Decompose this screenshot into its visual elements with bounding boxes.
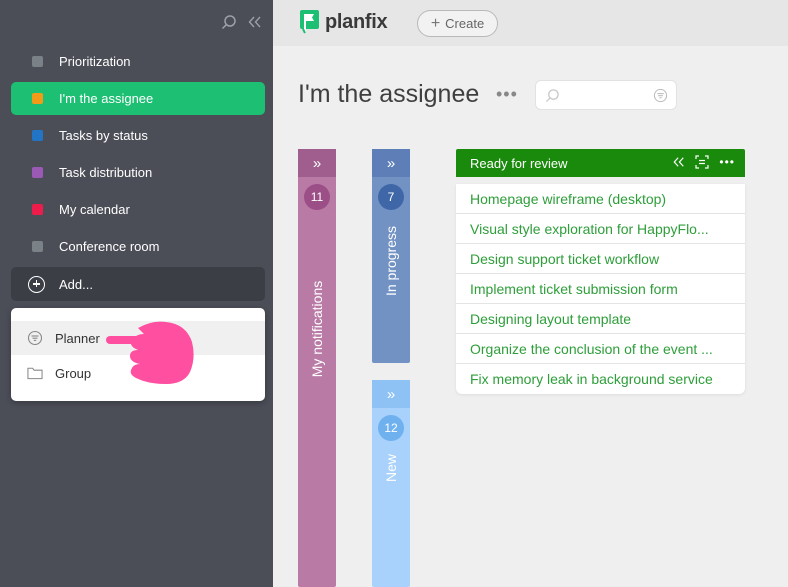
sidebar-item-prioritization[interactable]: Prioritization [11, 45, 265, 78]
column-ready-for-review: Ready for review ••• Homepage wireframe … [456, 149, 745, 394]
task-title: Homepage wireframe (desktop) [470, 190, 667, 207]
expand-column-icon[interactable]: » [372, 380, 410, 408]
card-list: Homepage wireframe (desktop) Visual styl… [456, 184, 745, 394]
folder-icon [27, 365, 43, 381]
filter-icon [27, 330, 43, 346]
page-title: I'm the assignee [298, 80, 480, 108]
more-menu-icon[interactable]: ••• [496, 84, 518, 105]
search-icon[interactable] [221, 12, 237, 32]
expand-column-icon[interactable]: » [372, 149, 410, 177]
more-menu-icon[interactable]: ••• [719, 155, 735, 169]
create-button[interactable]: + Create [417, 10, 498, 37]
add-label: Add... [59, 276, 93, 292]
task-card[interactable]: Homepage wireframe (desktop) [456, 184, 745, 214]
sidebar-item-label: My calendar [59, 202, 130, 217]
color-dot [32, 241, 43, 252]
task-title: Organize the conclusion of the event ... [470, 340, 713, 357]
sidebar-item-tasks-by-status[interactable]: Tasks by status [11, 119, 265, 152]
collapse-sidebar-icon[interactable] [247, 12, 263, 32]
column-count-badge: 12 [378, 415, 404, 441]
search-input[interactable] [535, 80, 677, 110]
sidebar-item-label: Conference room [59, 239, 160, 254]
task-title: Visual style exploration for HappyFlo... [470, 220, 709, 237]
task-card[interactable]: Fix memory leak in background service [456, 364, 745, 394]
logo-text: planfix [325, 10, 388, 33]
sidebar-item-label: I'm the assignee [59, 91, 154, 106]
task-card[interactable]: Visual style exploration for HappyFlo... [456, 214, 745, 244]
task-title: Fix memory leak in background service [470, 371, 713, 387]
expand-column-icon[interactable]: » [298, 149, 336, 177]
color-dot [32, 204, 43, 215]
top-header: planfix + Create [273, 0, 788, 46]
sidebar-item-label: Prioritization [59, 54, 131, 69]
task-card[interactable]: Organize the conclusion of the event ... [456, 334, 745, 364]
sidebar-item-label: Tasks by status [59, 128, 148, 143]
plus-circle-icon [28, 275, 45, 293]
color-dot [32, 93, 43, 104]
column-label: In progress [383, 225, 399, 297]
select-icon[interactable] [695, 155, 709, 169]
color-dot [32, 130, 43, 141]
column-in-progress[interactable]: » 7 In progress [372, 149, 410, 363]
plus-icon: + [430, 14, 441, 32]
flag-logo-icon [300, 10, 319, 34]
sidebar-item-task-distribution[interactable]: Task distribution [11, 156, 265, 189]
column-label: New [383, 453, 399, 483]
sidebar-item-label: Task distribution [59, 165, 153, 180]
sidebar-item-conference-room[interactable]: Conference room [11, 230, 265, 263]
task-card[interactable]: Implement ticket submission form [456, 274, 745, 304]
popup-item-label: Group [55, 365, 92, 381]
task-card[interactable]: Design support ticket workflow [456, 244, 745, 274]
task-card[interactable]: Designing layout template [456, 304, 745, 334]
task-title: Implement ticket submission form [470, 280, 678, 297]
column-count-badge: 11 [304, 184, 330, 210]
color-dot [32, 167, 43, 178]
column-count-badge: 7 [378, 184, 404, 210]
column-header: Ready for review ••• [456, 149, 745, 177]
task-title: Designing layout template [470, 310, 632, 327]
column-title: Ready for review [470, 155, 568, 171]
planfix-logo[interactable]: planfix [300, 10, 388, 34]
column-label: My notifications [309, 280, 325, 378]
add-button[interactable]: Add... [11, 267, 265, 301]
filter-icon[interactable] [653, 88, 668, 108]
popup-item-label: Planner [55, 330, 100, 346]
color-dot [32, 56, 43, 67]
pointing-hand-icon [106, 321, 194, 384]
sidebar: Prioritization I'm the assignee Tasks by… [0, 0, 273, 587]
collapse-column-icon[interactable] [673, 156, 685, 168]
create-label: Create [445, 16, 485, 31]
column-my-notifications[interactable]: » 11 My notifications [298, 149, 336, 587]
task-title: Design support ticket workflow [470, 250, 660, 267]
sidebar-item-im-the-assignee[interactable]: I'm the assignee [11, 82, 265, 115]
sidebar-top-icons [221, 12, 263, 32]
search-icon [545, 88, 560, 108]
sidebar-item-my-calendar[interactable]: My calendar [11, 193, 265, 226]
column-new[interactable]: » 12 New [372, 380, 410, 587]
